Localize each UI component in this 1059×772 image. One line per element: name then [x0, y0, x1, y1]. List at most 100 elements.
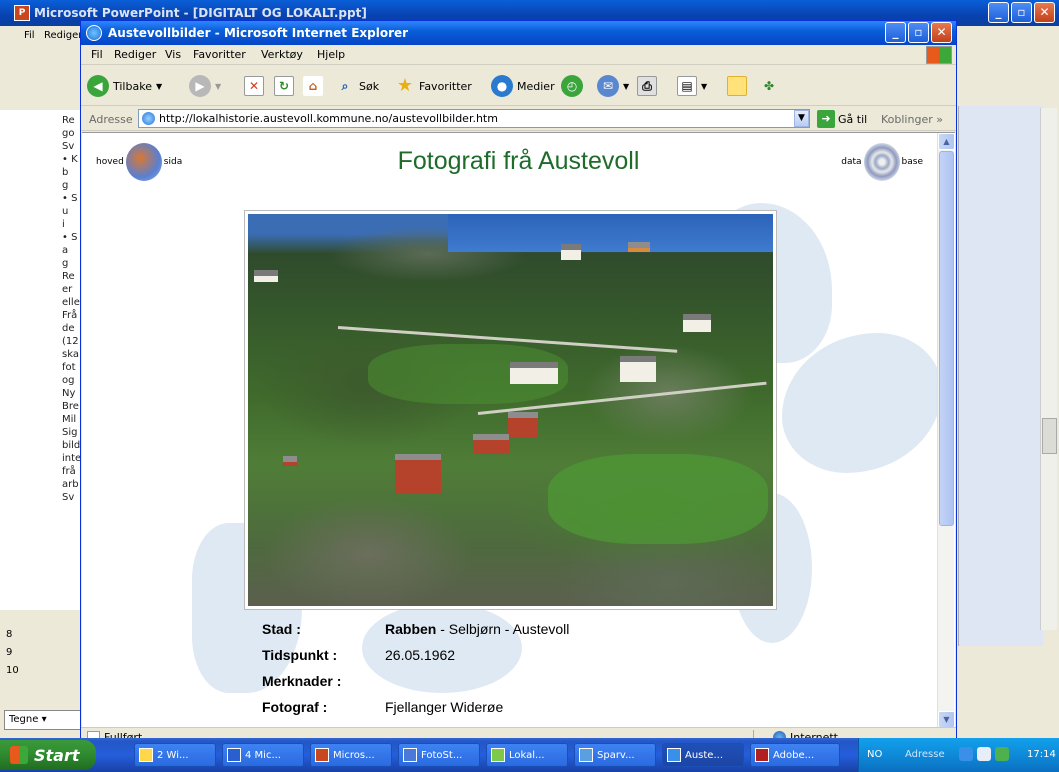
- photo-sea: [448, 214, 773, 252]
- address-input[interactable]: http://lokalhistorie.austevoll.kommune.n…: [138, 109, 810, 128]
- menu-rediger[interactable]: Rediger: [44, 30, 82, 41]
- taskbar-item[interactable]: 2 Wi...: [134, 743, 216, 767]
- menu-hjelp[interactable]: Hjelp: [317, 48, 345, 61]
- menu-fil[interactable]: Fil: [91, 48, 103, 61]
- merknader-label: Merknader :: [262, 673, 342, 689]
- ie-window: Austevollbilder - Microsoft Internet Exp…: [80, 20, 957, 748]
- favorites-button[interactable]: ★ Favoritter: [395, 74, 472, 98]
- landscape-photo: [248, 214, 773, 606]
- ie-titlebar[interactable]: Austevollbilder - Microsoft Internet Exp…: [81, 21, 956, 45]
- search-button[interactable]: ⌕ Søk: [335, 74, 379, 98]
- taskbar-item[interactable]: Adobe...: [750, 743, 840, 767]
- scrollbar-thumb[interactable]: [1042, 418, 1057, 454]
- stad-value: Rabben - Selbjørn - Austevoll: [385, 621, 569, 637]
- star-icon: ★: [396, 75, 414, 96]
- refresh-button[interactable]: ↻: [274, 74, 294, 98]
- powerpoint-outline-text: Re go Sv • Kb g • Su i • Sa g Re er elle Frå de (12 ska…: [0, 110, 88, 610]
- language-indicator[interactable]: NO: [867, 749, 882, 760]
- outline-line: u: [62, 206, 69, 217]
- outline-line: inte: [62, 453, 82, 464]
- search-label: Søk: [359, 79, 380, 93]
- outline-line: ska: [62, 349, 79, 360]
- web-content: hoved sida Fotografi frå Austevoll data …: [82, 132, 955, 727]
- media-button[interactable]: ● Medier: [491, 74, 555, 98]
- menu-favoritter[interactable]: Favoritter: [193, 48, 246, 61]
- stop-button[interactable]: ✕: [244, 74, 264, 98]
- window-title: Austevollbilder - Microsoft Internet Exp…: [108, 26, 409, 40]
- taskbar-item-active[interactable]: Auste...: [662, 743, 744, 767]
- tray-app-icon[interactable]: [959, 747, 973, 761]
- taskbar-item[interactable]: FotoSt...: [398, 743, 480, 767]
- outline-line: Bre: [62, 401, 79, 412]
- taskbar-item-label: Adobe...: [773, 749, 815, 761]
- chevron-down-icon[interactable]: ▼: [156, 82, 162, 91]
- chevron-down-icon[interactable]: ▼: [701, 82, 707, 91]
- outline-line: Sig: [62, 427, 78, 438]
- menu-fil[interactable]: Fil: [24, 30, 35, 41]
- photoshop-icon: [403, 748, 417, 762]
- tegne-dropdown[interactable]: Tegne ▾: [4, 710, 84, 730]
- printer-icon: ⎙: [637, 76, 657, 96]
- taskbar-item-label: Sparv...: [597, 749, 635, 761]
- minimize-icon[interactable]: _: [988, 2, 1009, 23]
- address-dropdown-icon[interactable]: ▼: [794, 110, 809, 127]
- content-scrollbar[interactable]: ▲ ▼: [937, 133, 955, 727]
- back-button[interactable]: ◀ Tilbake ▼: [87, 74, 162, 98]
- menu-verktoy[interactable]: Verktøy: [261, 48, 303, 61]
- tray-volume-icon[interactable]: [995, 747, 1009, 761]
- taskbar-item[interactable]: 4 Mic...: [222, 743, 304, 767]
- menu-vis[interactable]: Vis: [165, 48, 181, 61]
- slide-number[interactable]: 9: [6, 644, 19, 662]
- tidspunkt-value: 26.05.1962: [385, 647, 456, 663]
- close-icon[interactable]: ✕: [931, 22, 952, 43]
- ie-icon: [667, 748, 681, 762]
- menu-rediger[interactable]: Rediger: [114, 48, 156, 61]
- outline-line: go: [62, 128, 75, 139]
- mail-button[interactable]: ✉ ▼: [597, 74, 629, 98]
- tray-network-icon[interactable]: [977, 747, 991, 761]
- page-icon: [142, 112, 155, 125]
- outline-line: Sv: [62, 492, 75, 503]
- start-button[interactable]: Start: [0, 740, 96, 770]
- home-button[interactable]: ⌂: [303, 74, 323, 98]
- minimize-icon[interactable]: _: [885, 22, 906, 43]
- forward-button[interactable]: ▶ ▼: [189, 74, 221, 98]
- maximize-icon[interactable]: ▫: [908, 22, 929, 43]
- taskbar-item-label: 4 Mic...: [245, 749, 281, 761]
- outline-line: b: [62, 167, 69, 178]
- discuss-button[interactable]: [727, 74, 747, 98]
- outline-line: (12: [62, 336, 79, 347]
- toolbar: ◀ Tilbake ▼ ▶ ▼ ✕ ↻ ⌂ ⌕ Søk ★ Favoritter…: [81, 66, 956, 106]
- chevron-down-icon[interactable]: ▼: [623, 82, 629, 91]
- tray-address-label[interactable]: Adresse: [905, 749, 945, 760]
- database-link[interactable]: data base: [841, 143, 923, 181]
- outline-line: • S: [62, 232, 78, 243]
- outline-line: i: [62, 219, 65, 230]
- taskbar-item-label: 2 Wi...: [157, 749, 189, 761]
- address-bar: Adresse http://lokalhistorie.austevoll.k…: [81, 107, 956, 131]
- history-button[interactable]: ◴: [561, 74, 583, 98]
- messenger-button[interactable]: ✤: [759, 74, 779, 98]
- scroll-down-icon[interactable]: ▼: [938, 711, 955, 727]
- outline-lines: Re go Sv • Kb g • Su i • Sa g Re er elle Frå de (12 ska…: [62, 114, 81, 504]
- powerpoint-scrollbar[interactable]: [1040, 108, 1057, 630]
- edit-button[interactable]: ▤ ▼: [677, 74, 707, 98]
- scrollbar-thumb[interactable]: [939, 151, 954, 526]
- back-arrow-icon: ◀: [87, 75, 109, 97]
- chevron-down-icon[interactable]: ▼: [215, 82, 221, 91]
- close-icon[interactable]: ✕: [1034, 2, 1055, 23]
- maximize-icon[interactable]: ▫: [1011, 2, 1032, 23]
- taskbar-item[interactable]: Micros...: [310, 743, 392, 767]
- taskbar-item[interactable]: Sparv...: [574, 743, 656, 767]
- stad-place: Rabben: [385, 621, 437, 637]
- slide-number[interactable]: 8: [6, 626, 19, 644]
- taskbar-item[interactable]: Lokal...: [486, 743, 568, 767]
- scroll-up-icon[interactable]: ▲: [938, 133, 955, 150]
- links-button[interactable]: Koblinger »: [881, 113, 943, 126]
- print-button[interactable]: ⎙: [637, 74, 657, 98]
- outline-line: er: [62, 284, 73, 295]
- links-label: Koblinger: [881, 113, 933, 126]
- history-icon: ◴: [561, 75, 583, 97]
- go-button[interactable]: ➜ Gå til: [817, 110, 867, 128]
- slide-number[interactable]: 10: [6, 662, 19, 680]
